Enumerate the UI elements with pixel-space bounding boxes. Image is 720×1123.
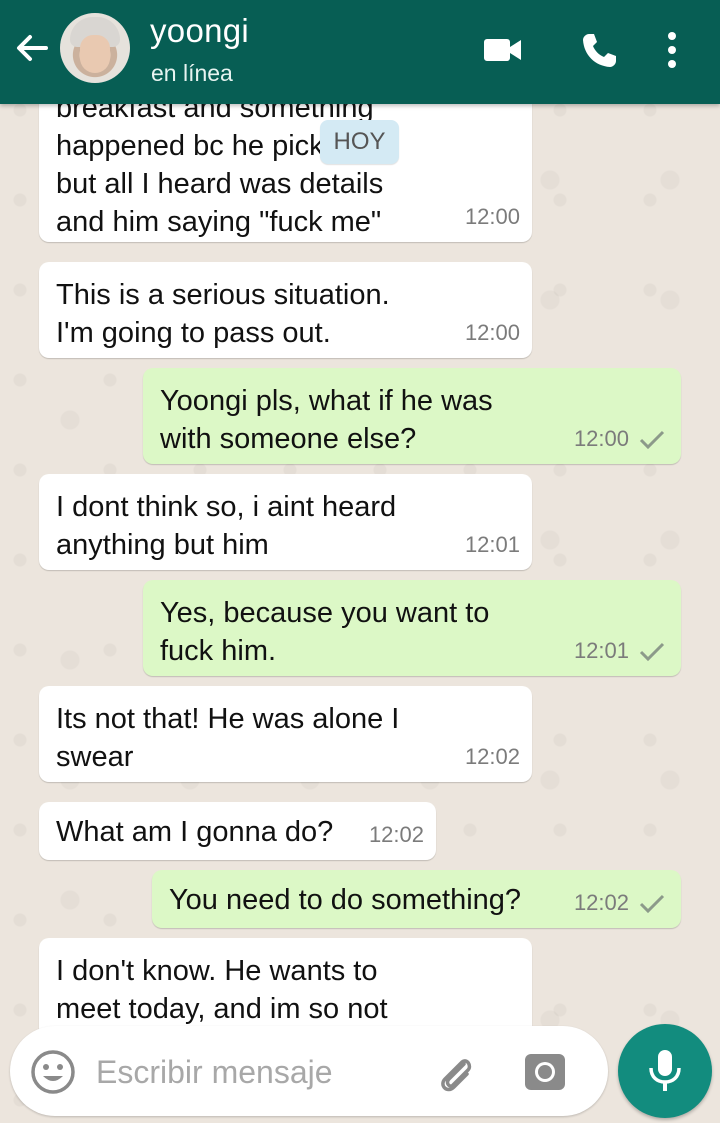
contact-name[interactable]: yoongi: [150, 12, 249, 50]
contact-avatar[interactable]: [60, 13, 130, 83]
message-text: breakfast and something happened bc he p…: [56, 92, 396, 238]
message-bubble-incoming[interactable]: Its not that! He was alone I swear 12:02: [39, 686, 532, 782]
message-text: What am I gonna do?: [56, 816, 334, 848]
message-bubble-outgoing[interactable]: Yes, because you want to fuck him. 12:01: [143, 580, 681, 676]
message-time: 12:00: [573, 426, 629, 451]
message-text: Its not that! He was alone I swear: [56, 703, 400, 773]
sent-check-icon: [639, 642, 665, 662]
message-bubble-incoming[interactable]: What am I gonna do? 12:02: [39, 802, 436, 860]
message-time: 12:02: [573, 890, 629, 915]
message-time: 12:01: [573, 638, 629, 663]
back-arrow-icon[interactable]: [12, 28, 52, 68]
message-text: I don't know. He wants to meet today, an…: [56, 955, 388, 1025]
chat-header: yoongi en línea: [0, 0, 720, 104]
camera-icon[interactable]: [523, 1050, 567, 1094]
message-time: 12:02: [368, 822, 424, 847]
more-options-icon[interactable]: [652, 28, 696, 72]
voice-record-button[interactable]: [618, 1024, 712, 1118]
message-time: 12:02: [464, 744, 520, 769]
message-bubble-incoming[interactable]: This is a serious situation. I'm going t…: [39, 262, 532, 358]
emoji-icon[interactable]: [30, 1049, 76, 1095]
avatar-face: [80, 35, 110, 73]
contact-status: en línea: [151, 60, 233, 86]
message-time: 12:00: [464, 204, 520, 229]
voice-call-icon[interactable]: [578, 28, 622, 72]
message-text: I dont think so, i aint heard anything b…: [56, 491, 397, 561]
message-bubble-outgoing[interactable]: You need to do something? 12:02: [152, 870, 681, 928]
message-composer: Escribir mensaje: [10, 1026, 608, 1116]
message-input[interactable]: Escribir mensaje: [96, 1054, 333, 1091]
date-chip: HOY: [320, 120, 399, 164]
message-time: 12:01: [464, 532, 520, 557]
message-bubble-outgoing[interactable]: Yoongi pls, what if he was with someone …: [143, 368, 681, 464]
video-call-icon[interactable]: [481, 28, 525, 72]
mic-icon: [649, 1050, 681, 1091]
message-bubble-incoming[interactable]: I dont think so, i aint heard anything b…: [39, 474, 532, 570]
attach-icon[interactable]: [434, 1050, 478, 1094]
message-time: 12:00: [464, 320, 520, 345]
sent-check-icon: [639, 430, 665, 450]
sent-check-icon: [639, 894, 665, 914]
message-text: This is a serious situation. I'm going t…: [56, 279, 390, 349]
